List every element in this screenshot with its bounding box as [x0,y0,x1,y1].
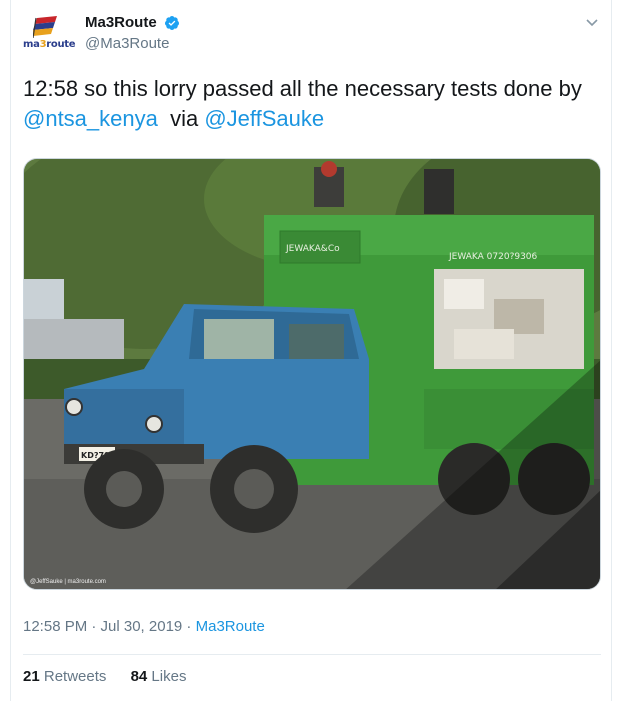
tweet-text-segment: 12:58 so this lorry passed all the neces… [23,76,582,101]
like-count: 84 [130,668,148,685]
meta-separator: · [182,618,196,635]
likes-stat[interactable]: 84 Likes [131,668,187,685]
display-name[interactable]: Ma3Route [85,14,157,31]
previous-tweet-edge [11,0,611,4]
truck-sign-left: JEWAKA&Co [285,244,340,254]
tweet-header: ma3route Ma3Route @Ma3Route [23,12,603,56]
tweet-text: 12:58 so this lorry passed all the neces… [23,74,603,134]
tweet-card: ma3route Ma3Route @Ma3Route 12:58 so thi… [10,0,612,701]
source-link[interactable]: Ma3Route [196,618,265,635]
truck-sign-right: JEWAKA 0720?9306 [448,252,538,262]
avatar[interactable]: ma3route [23,12,76,56]
retweet-label: Retweets [43,668,107,685]
avatar-logo-text: ma3route [23,39,76,50]
tweet-stats: 21 Retweets 84 Likes [23,668,206,685]
divider [23,654,601,655]
author-block[interactable]: Ma3Route @Ma3Route [85,14,180,52]
ma3route-logo-icon [33,16,57,38]
mention-link[interactable]: @ntsa_kenya [23,106,158,131]
chevron-down-icon[interactable] [585,18,599,28]
tweet-text-segment: via [157,106,205,131]
mention-link[interactable]: @JeffSauke [204,106,324,131]
verified-badge-icon [165,15,180,30]
lorry-photo-illustration: JEWAKA&Co JEWAKA 0720?9306 KD?7096 [24,159,600,589]
author-handle[interactable]: @Ma3Route [85,35,180,52]
tweet-meta: 12:58 PM · Jul 30, 2019 · Ma3Route [23,618,265,635]
retweet-count: 21 [23,668,40,685]
like-label: Likes [151,668,187,685]
photo-watermark: @JeffSauke | ma3route.com [30,579,106,585]
timestamp[interactable]: 12:58 PM · Jul 30, 2019 [23,618,182,635]
retweets-stat[interactable]: 21 Retweets [23,668,106,685]
tweet-photo[interactable]: JEWAKA&Co JEWAKA 0720?9306 KD?7096 @Jeff… [23,158,601,590]
